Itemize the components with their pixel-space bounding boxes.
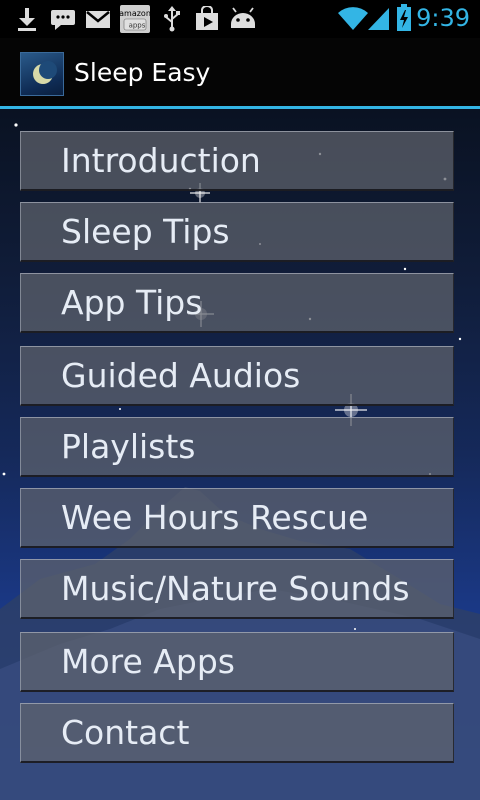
menu-item-wee-hours-rescue[interactable]: Wee Hours Rescue [20,488,454,548]
action-bar: Sleep Easy [0,38,480,106]
apps-icon-text: apps [129,22,146,30]
app-title: Sleep Easy [74,58,211,87]
menu-item-sleep-tips[interactable]: Sleep Tips [20,202,454,262]
battery-charging-icon [396,4,412,32]
status-bar: amazon apps 9:39 [0,0,480,38]
menu-item-more-apps[interactable]: More Apps [20,632,454,692]
menu-item-guided-audios[interactable]: Guided Audios [20,346,454,406]
gmail-icon [85,6,111,32]
download-icon [16,6,38,32]
menu-item-contact[interactable]: Contact [20,703,454,763]
sms-icon [50,6,76,32]
menu-item-introduction[interactable]: Introduction [20,131,454,191]
menu-item-music-nature-sounds[interactable]: Music/Nature Sounds [20,559,454,619]
android-debug-icon [228,6,258,32]
amazon-icon-text: amazon [120,9,150,18]
play-store-icon [194,6,220,32]
status-time: 9:39 [416,4,470,32]
menu-item-playlists[interactable]: Playlists [20,417,454,477]
signal-icon [366,5,390,31]
amazon-appstore-icon: amazon apps [120,5,150,33]
wifi-icon [338,5,368,31]
menu-item-app-tips[interactable]: App Tips [20,273,454,333]
crescent-moon-icon[interactable] [20,52,64,96]
usb-icon [162,6,182,32]
screen: amazon apps 9:39 Sleep Easy Introduction… [0,0,480,800]
